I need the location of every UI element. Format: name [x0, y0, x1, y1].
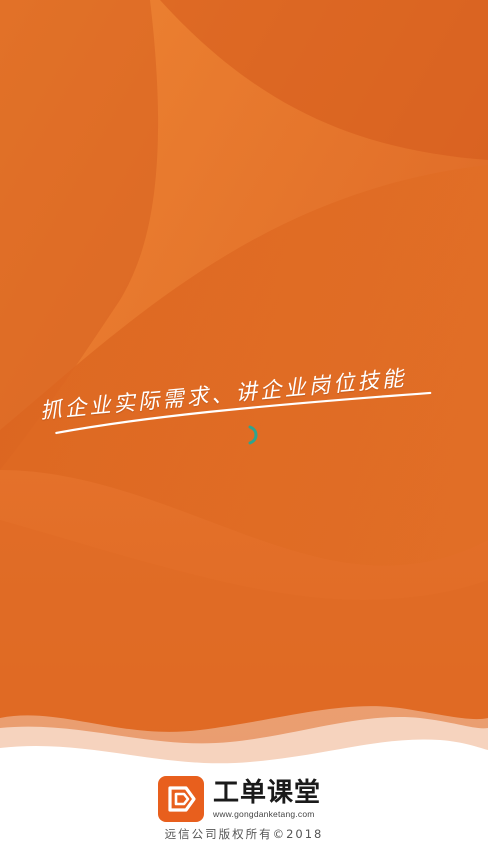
brand-logo: 工单课堂 www.gongdanketang.com: [158, 776, 321, 822]
spinner-icon: [248, 425, 258, 445]
brand-text: 工单课堂 www.gongdanketang.com: [213, 778, 321, 820]
gongdan-logo-icon: [158, 776, 204, 822]
copyright: 远信公司版权所有©2018: [164, 827, 324, 841]
brand-name: 工单课堂: [213, 778, 322, 808]
footer: 工单课堂 www.gongdanketang.com 远信公司版权所有©2018: [0, 760, 488, 868]
brand-url: www.gongdanketang.com: [213, 809, 315, 819]
splash-screen: 抓企业实际需求、讲企业岗位技能 工单课堂 www.gongdanketang.c…: [0, 0, 488, 868]
